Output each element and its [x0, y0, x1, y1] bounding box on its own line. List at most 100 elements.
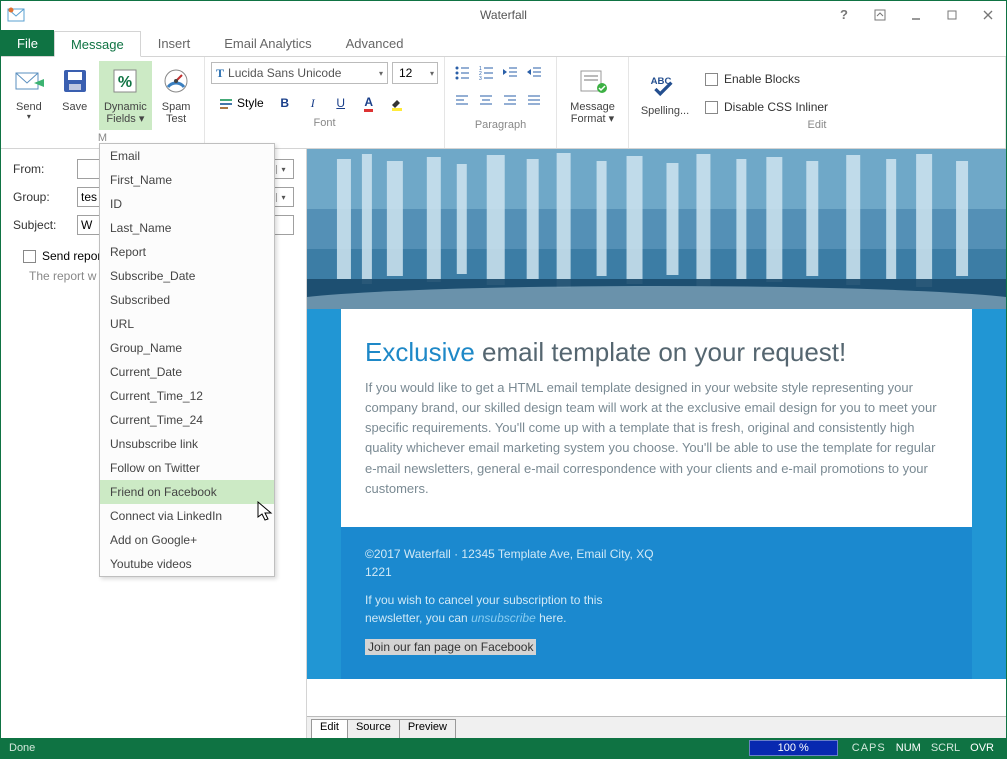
save-label: Save	[62, 101, 87, 113]
test-label: Test	[166, 113, 186, 125]
dynamic-field-item[interactable]: Add on Google+	[100, 528, 274, 552]
tab-insert[interactable]: Insert	[141, 30, 208, 56]
dynamic-field-item[interactable]: Email	[100, 144, 274, 168]
group-para-label: Paragraph	[451, 117, 550, 135]
dynamic-field-item[interactable]: Youtube videos	[100, 552, 274, 576]
help-button[interactable]: ?	[826, 1, 862, 29]
footer-address: ©2017 Waterfall · 12345 Template Ave, Em…	[365, 545, 655, 581]
dynamic-field-item[interactable]: Last_Name	[100, 216, 274, 240]
dynamic-field-item[interactable]: Group_Name	[100, 336, 274, 360]
send-button[interactable]: Send ▾	[7, 61, 51, 130]
msgformat-label2: Format ▾	[571, 113, 614, 125]
bullets-button[interactable]	[451, 61, 473, 83]
dynamic-field-item[interactable]: Subscribe_Date	[100, 264, 274, 288]
dynamic-field-item[interactable]: First_Name	[100, 168, 274, 192]
spelling-button[interactable]: ABC Spelling...	[635, 65, 695, 117]
justify-button[interactable]	[523, 89, 545, 111]
dynamic-field-item[interactable]: Current_Time_24	[100, 408, 274, 432]
dynamic-field-item[interactable]: Connect via LinkedIn	[100, 504, 274, 528]
view-tab-preview[interactable]: Preview	[399, 719, 456, 738]
dynamic-field-item[interactable]: ID	[100, 192, 274, 216]
spam-label: Spam	[162, 101, 191, 113]
message-format-button[interactable]: Message Format ▾	[563, 61, 622, 130]
ribbon-collapse-button[interactable]	[862, 1, 898, 29]
msgformat-label1: Message	[570, 101, 615, 113]
from-label: From:	[13, 162, 69, 176]
app-icon	[7, 6, 25, 24]
outdent-button[interactable]	[499, 61, 521, 83]
unsubscribe-link[interactable]: unsubscribe	[471, 611, 536, 625]
minimize-button[interactable]	[898, 1, 934, 29]
tab-message[interactable]: Message	[54, 31, 141, 57]
font-size: 12	[399, 66, 412, 80]
svg-text:3: 3	[479, 76, 482, 80]
dynamic-field-item[interactable]: URL	[100, 312, 274, 336]
align-left-button[interactable]	[451, 89, 473, 111]
dynamic-field-item[interactable]: Current_Time_12	[100, 384, 274, 408]
save-icon	[59, 65, 91, 97]
percent-icon: %	[109, 65, 141, 97]
numbering-button[interactable]: 123	[475, 61, 497, 83]
underline-button[interactable]: U	[330, 92, 352, 114]
window-title: Waterfall	[480, 8, 527, 22]
view-tab-edit[interactable]: Edit	[311, 719, 348, 738]
file-tab[interactable]: File	[1, 30, 54, 56]
indent-button[interactable]	[523, 61, 545, 83]
dynamic-field-item[interactable]: Report	[100, 240, 274, 264]
font-family-select[interactable]: T Lucida Sans Unicode ▾	[211, 62, 388, 84]
bold-button[interactable]: B	[274, 92, 296, 114]
font-t-icon: T	[216, 66, 224, 81]
dynamic-field-item[interactable]: Subscribed	[100, 288, 274, 312]
status-text: Done	[9, 742, 749, 754]
italic-button[interactable]: I	[302, 92, 324, 114]
dynamic-fields-menu[interactable]: EmailFirst_NameIDLast_NameReportSubscrib…	[99, 143, 275, 577]
send-icon	[13, 65, 45, 97]
group-label: Group:	[13, 190, 69, 204]
num-indicator: NUM	[896, 742, 921, 754]
maximize-button[interactable]	[934, 1, 970, 29]
dynamic-fields-button[interactable]: % Dynamic Fields ▾	[99, 61, 153, 130]
hero-image	[307, 149, 1006, 309]
email-paragraph: If you would like to get a HTML email te…	[365, 378, 948, 499]
svg-text:%: %	[118, 74, 132, 91]
email-content[interactable]: Exclusive email template on your request…	[341, 309, 972, 527]
tab-advanced[interactable]: Advanced	[329, 30, 421, 56]
dynamic-field-item[interactable]: Unsubscribe link	[100, 432, 274, 456]
font-color-button[interactable]: A	[358, 92, 380, 114]
dynamic-label: Dynamic	[104, 101, 147, 113]
enable-blocks-label: Enable Blocks	[724, 72, 800, 86]
spam-test-button[interactable]: Spam Test	[154, 61, 198, 130]
caps-indicator: CAPS	[852, 742, 886, 754]
disable-css-checkbox[interactable]: Disable CSS Inliner	[705, 97, 828, 117]
email-footer: ©2017 Waterfall · 12345 Template Ave, Em…	[341, 527, 972, 679]
group-edit-label: Edit	[635, 117, 999, 135]
view-tab-source[interactable]: Source	[347, 719, 400, 738]
font-name: Lucida Sans Unicode	[228, 66, 341, 80]
dynamic-field-item[interactable]: Follow on Twitter	[100, 456, 274, 480]
save-button[interactable]: Save	[53, 61, 97, 130]
align-center-button[interactable]	[475, 89, 497, 111]
close-button[interactable]	[970, 1, 1006, 29]
footer-unsubscribe: If you wish to cancel your subscription …	[365, 591, 655, 627]
subject-label: Subject:	[13, 218, 69, 232]
highlight-button[interactable]	[386, 92, 408, 114]
spelling-icon: ABC	[649, 69, 681, 101]
dynamic-field-item[interactable]: Friend on Facebook	[100, 480, 274, 504]
spelling-label: Spelling...	[641, 105, 689, 117]
enable-blocks-checkbox[interactable]: Enable Blocks	[705, 69, 828, 89]
send-report-label: Send report	[42, 249, 105, 263]
font-size-select[interactable]: 12 ▾	[392, 62, 438, 84]
disable-css-label: Disable CSS Inliner	[724, 100, 828, 114]
style-picker[interactable]: Style	[211, 96, 268, 110]
tab-analytics[interactable]: Email Analytics	[207, 30, 328, 56]
gauge-icon	[160, 65, 192, 97]
email-heading: Exclusive email template on your request…	[365, 337, 948, 368]
facebook-fanpage-link[interactable]: Join our fan page on Facebook	[365, 639, 536, 655]
ovr-indicator: OVR	[970, 742, 994, 754]
fields-label: Fields ▾	[106, 113, 144, 125]
dynamic-field-item[interactable]: Current_Date	[100, 360, 274, 384]
zoom-indicator[interactable]: 100 %	[749, 740, 838, 756]
align-right-button[interactable]	[499, 89, 521, 111]
style-label-text: Style	[237, 96, 264, 110]
message-format-icon	[577, 65, 609, 97]
